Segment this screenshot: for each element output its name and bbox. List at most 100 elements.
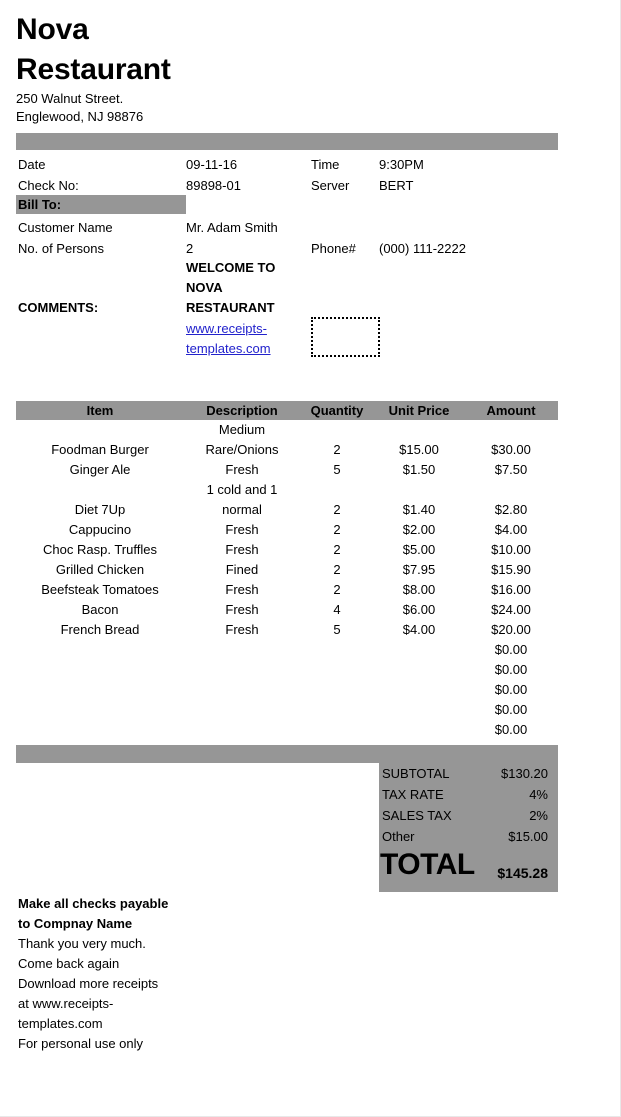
footer-line-6: at www.receipts- — [18, 996, 114, 1011]
cell-unit-price — [374, 640, 464, 660]
tax-rate-row: TAX RATE 4% — [379, 784, 558, 805]
footer-line-8: For personal use only — [18, 1036, 144, 1051]
customer-name-label: Customer Name — [18, 220, 113, 235]
cell-unit-price: $1.50 — [402, 462, 436, 477]
cell-description-overflow: Medium — [218, 422, 266, 437]
footer-line-5: Download more receipts — [18, 976, 159, 991]
welcome-message: WELCOME TO NOVA RESTAURANT — [186, 260, 276, 315]
footer-line-3: Thank you very much. — [18, 936, 146, 951]
cell-item — [16, 640, 184, 660]
cell-item: Cappucino — [68, 522, 132, 537]
cell-unit-price — [374, 660, 464, 680]
persons-label: No. of Persons — [18, 241, 104, 256]
column-header-unit-price: Unit Price — [388, 403, 450, 418]
date-time-row: Date 09-11-16 Time 9:30PM — [0, 154, 620, 175]
cell-item — [16, 680, 184, 700]
persons-phone-row: No. of Persons 2 Phone# (000) 111-2222 — [0, 238, 620, 259]
check-number-label: Check No: — [18, 178, 79, 193]
cell-description — [184, 640, 300, 660]
cell-quantity: 2 — [333, 542, 341, 557]
business-header: Nova Restaurant 250 Walnut Street. Engle… — [16, 10, 316, 126]
cell-quantity-empty — [300, 480, 374, 500]
table-row: Diet 7Up normal 2 $1.40 $2.80 — [16, 500, 558, 520]
cell-amount: $30.00 — [491, 442, 531, 457]
receipt-document: Nova Restaurant 250 Walnut Street. Engle… — [0, 0, 621, 1117]
tax-rate-label: TAX RATE — [382, 787, 444, 802]
cell-unit-price: $15.00 — [399, 442, 439, 457]
cell-amount-empty — [464, 480, 558, 500]
table-row: $0.00 — [16, 680, 558, 700]
footer-line-7: templates.com — [18, 1016, 103, 1031]
cell-quantity: 5 — [333, 462, 341, 477]
cell-amount: $0.00 — [494, 702, 528, 717]
time-value: 9:30PM — [379, 157, 424, 172]
cell-item — [16, 660, 184, 680]
sales-tax-label: SALES TAX — [382, 808, 452, 823]
cell-amount-empty — [464, 420, 558, 440]
table-row: Choc Rasp. Truffles Fresh 2 $5.00 $10.00 — [16, 540, 558, 560]
cell-amount: $0.00 — [494, 662, 528, 677]
cell-amount: $20.00 — [491, 622, 531, 637]
cell-quantity — [300, 700, 374, 720]
business-name-line1: Nova — [16, 13, 89, 46]
cell-quantity — [300, 720, 374, 740]
persons-value: 2 — [186, 241, 194, 256]
cell-quantity: 2 — [333, 562, 341, 577]
cell-amount: $7.50 — [494, 462, 528, 477]
cell-description: Fresh — [225, 522, 259, 537]
cell-quantity: 2 — [333, 442, 341, 457]
cell-description: Fresh — [225, 602, 259, 617]
cell-description: Fresh — [225, 462, 259, 477]
table-row: Grilled Chicken Fined 2 $7.95 $15.90 — [16, 560, 558, 580]
cell-unit-price: $8.00 — [402, 582, 436, 597]
table-row: Bacon Fresh 4 $6.00 $24.00 — [16, 600, 558, 620]
cell-description: Rare/Onions — [205, 442, 279, 457]
cell-unit-price: $7.95 — [402, 562, 436, 577]
cell-quantity: 2 — [333, 502, 341, 517]
cell-unit-price: $6.00 — [402, 602, 436, 617]
cell-unit-price: $5.00 — [402, 542, 436, 557]
cell-item: Beefsteak Tomatoes — [41, 582, 159, 597]
customer-name-value: Mr. Adam Smith — [186, 220, 278, 235]
other-row: Other $15.00 — [379, 826, 558, 847]
cell-amount: $10.00 — [491, 542, 531, 557]
cell-item: Foodman Burger — [51, 442, 149, 457]
sales-tax-value: 2% — [529, 808, 548, 823]
tax-rate-value: 4% — [529, 787, 548, 802]
cell-description — [184, 660, 300, 680]
cell-item: Diet 7Up — [74, 502, 126, 517]
cell-unit-price — [374, 720, 464, 740]
cell-item — [16, 720, 184, 740]
cell-description-overflow: 1 cold and 1 — [206, 482, 278, 497]
totals-divider-bar — [16, 745, 558, 763]
comments-input-box[interactable] — [311, 317, 380, 357]
cell-unit-price-empty — [374, 480, 464, 500]
cell-description — [184, 700, 300, 720]
cell-item: Ginger Ale — [69, 462, 131, 477]
column-header-item: Item — [86, 403, 114, 418]
cell-quantity: 4 — [333, 602, 341, 617]
cell-quantity: 2 — [333, 582, 341, 597]
subtotal-row: SUBTOTAL $130.20 — [379, 763, 558, 784]
cell-amount: $24.00 — [491, 602, 531, 617]
items-table-header-row: Item Description Quantity Unit Price Amo… — [16, 401, 558, 420]
column-header-amount: Amount — [486, 403, 536, 418]
cell-amount: $16.00 — [491, 582, 531, 597]
grand-total-value: $145.28 — [497, 865, 548, 881]
check-server-row: Check No: 89898-01 Server BERT — [0, 175, 620, 196]
cell-amount: $0.00 — [494, 642, 528, 657]
cell-quantity — [300, 680, 374, 700]
footer-line-4: Come back again — [18, 956, 120, 971]
items-table-body: Medium Foodman Burger Rare/Onions 2 $15.00 $3… — [16, 420, 558, 740]
cell-description: Fresh — [225, 542, 259, 557]
table-row: French Bread Fresh 5 $4.00 $20.00 — [16, 620, 558, 640]
cell-quantity — [300, 660, 374, 680]
business-address-line2: Englewood, NJ 98876 — [16, 109, 144, 124]
table-row-description-overflow: Medium — [16, 420, 558, 440]
cell-item-empty — [16, 420, 184, 440]
cell-unit-price-empty — [374, 420, 464, 440]
website-link[interactable]: www.receipts-templates.com — [186, 319, 306, 359]
sales-tax-row: SALES TAX 2% — [379, 805, 558, 826]
table-row: $0.00 — [16, 700, 558, 720]
cell-quantity — [300, 640, 374, 660]
